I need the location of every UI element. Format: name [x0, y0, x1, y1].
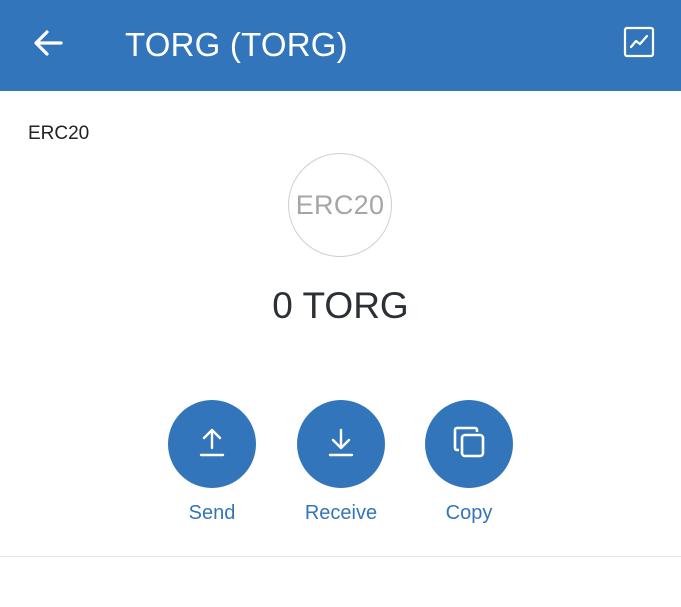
receive-label: Receive — [304, 502, 378, 524]
wallet-token-screen: TORG (TORG) ERC20 ERC20 0 TORG Send Rece… — [0, 0, 681, 607]
copy-icon — [451, 424, 487, 465]
token-logo: ERC20 — [288, 153, 392, 257]
copy-circle[interactable] — [425, 400, 513, 488]
copy-label: Copy — [445, 502, 493, 524]
token-balance: 0 TORG — [272, 285, 409, 326]
upload-arrow-icon — [197, 426, 227, 463]
send-label: Send — [188, 502, 236, 524]
price-chart-button[interactable] — [615, 20, 663, 68]
receive-circle[interactable] — [297, 400, 385, 488]
app-header: TORG (TORG) — [0, 0, 681, 91]
token-logo-text: ERC20 — [295, 189, 385, 220]
action-bar: Send Receive Copy — [0, 400, 681, 540]
download-arrow-icon — [326, 426, 356, 463]
copy-button[interactable]: Copy — [409, 400, 529, 525]
arrow-left-icon — [33, 29, 63, 61]
back-button[interactable] — [22, 22, 74, 68]
token-standard-label: ERC20 — [28, 123, 90, 144]
section-divider — [0, 556, 681, 557]
receive-button[interactable]: Receive — [281, 400, 401, 525]
line-chart-icon — [623, 26, 655, 63]
send-circle[interactable] — [168, 400, 256, 488]
page-title: TORG (TORG) — [125, 26, 348, 63]
send-button[interactable]: Send — [152, 400, 272, 525]
